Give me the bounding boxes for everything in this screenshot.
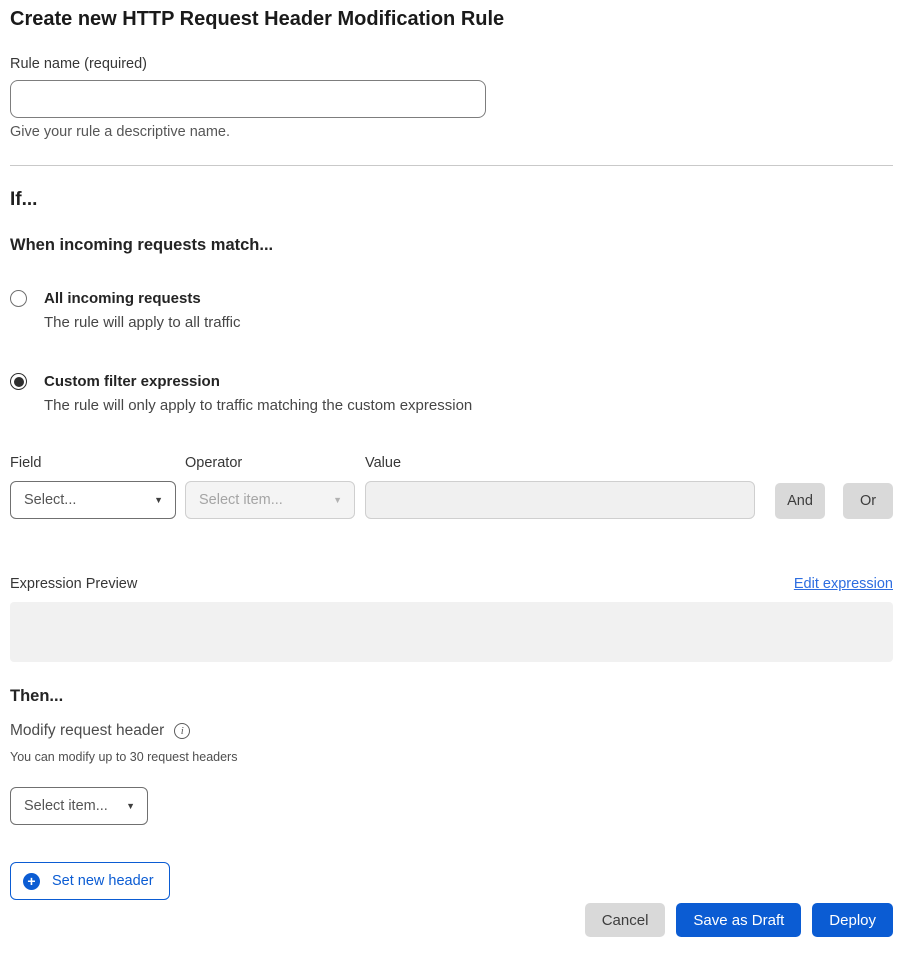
section-divider xyxy=(10,165,893,166)
if-heading: If... xyxy=(10,189,893,211)
radio-label: Custom filter expression xyxy=(44,373,472,390)
radio-custom-filter-expression[interactable]: Custom filter expression The rule will o… xyxy=(10,373,893,414)
page-title: Create new HTTP Request Header Modificat… xyxy=(10,8,893,31)
chevron-down-icon: ▼ xyxy=(154,496,163,505)
radio-all-incoming-requests[interactable]: All incoming requests The rule will appl… xyxy=(10,290,893,331)
radio-label: All incoming requests xyxy=(44,290,240,307)
value-input xyxy=(365,481,755,519)
modify-request-header-label: Modify request header xyxy=(10,722,164,740)
plus-circle-icon: + xyxy=(23,873,40,890)
footer-actions: Cancel Save as Draft Deploy xyxy=(10,903,893,937)
header-action-select-value: Select item... xyxy=(24,798,108,814)
save-as-draft-button[interactable]: Save as Draft xyxy=(676,903,801,937)
operator-select: Select item... ▼ xyxy=(185,481,355,519)
radio-button-icon[interactable] xyxy=(10,290,27,307)
and-button[interactable]: And xyxy=(775,483,825,519)
field-select-value: Select... xyxy=(24,492,76,508)
expression-preview-label: Expression Preview xyxy=(10,576,137,593)
expression-builder-row: Field Select... ▼ Operator Select item..… xyxy=(10,455,893,519)
edit-expression-link[interactable]: Edit expression xyxy=(794,576,893,593)
set-new-header-button[interactable]: + Set new header xyxy=(10,862,170,900)
chevron-down-icon: ▼ xyxy=(333,496,342,505)
field-label: Field xyxy=(10,455,176,472)
rule-name-input[interactable] xyxy=(10,80,486,118)
field-select[interactable]: Select... ▼ xyxy=(10,481,176,519)
cancel-button[interactable]: Cancel xyxy=(585,903,666,937)
modify-request-header-row: Modify request header i xyxy=(10,722,893,740)
deploy-button[interactable]: Deploy xyxy=(812,903,893,937)
value-label: Value xyxy=(365,455,755,472)
then-heading: Then... xyxy=(10,687,893,706)
radio-description: The rule will apply to all traffic xyxy=(44,314,240,331)
create-rule-page: Create new HTTP Request Header Modificat… xyxy=(0,0,899,937)
operator-select-value: Select item... xyxy=(199,492,283,508)
radio-description: The rule will only apply to traffic matc… xyxy=(44,397,472,414)
set-new-header-label: Set new header xyxy=(52,873,154,889)
or-button[interactable]: Or xyxy=(843,483,893,519)
modify-request-header-help: You can modify up to 30 request headers xyxy=(10,750,893,764)
rule-name-label: Rule name (required) xyxy=(10,56,893,73)
info-icon[interactable]: i xyxy=(174,723,190,739)
when-incoming-requests-heading: When incoming requests match... xyxy=(10,236,893,255)
operator-label: Operator xyxy=(185,455,355,472)
radio-button-icon[interactable] xyxy=(10,373,27,390)
expression-preview-header: Expression Preview Edit expression xyxy=(10,576,893,593)
chevron-down-icon: ▼ xyxy=(126,802,135,811)
rule-name-help: Give your rule a descriptive name. xyxy=(10,125,893,140)
header-action-select[interactable]: Select item... ▼ xyxy=(10,787,148,825)
expression-preview-box xyxy=(10,602,893,662)
